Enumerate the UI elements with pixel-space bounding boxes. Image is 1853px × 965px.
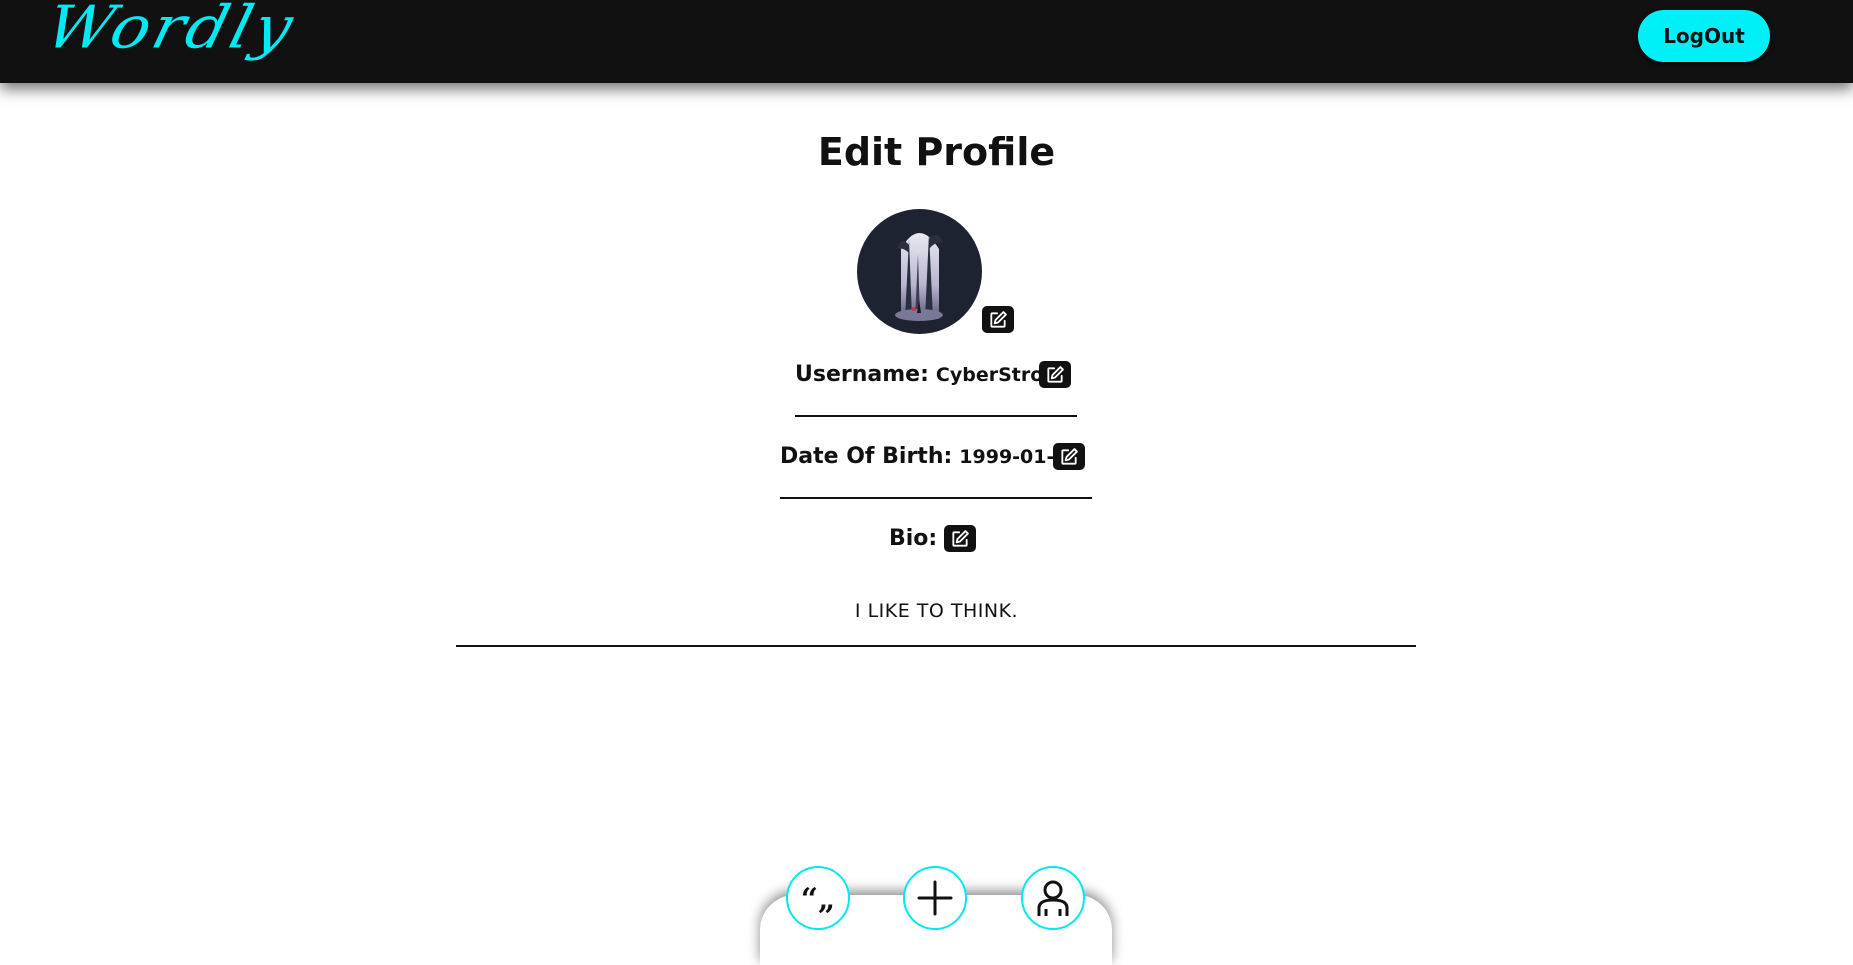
dob-row: Date Of Birth: 1999-01-16 [780,444,1081,469]
wordly-logo[interactable]: Wordly [39,0,302,62]
edit-bio-button[interactable] [944,525,976,552]
top-navbar: Wordly LogOut [0,0,1853,83]
edit-icon [1061,447,1078,465]
logout-button[interactable]: LogOut [1638,10,1770,62]
username-row: Username: CyberStroke [795,362,1068,387]
username-label: Username: [795,362,929,387]
username-divider [795,415,1077,417]
edit-icon [1047,365,1064,383]
plus-icon [917,880,953,916]
user-icon [1037,880,1069,916]
bio-row: Bio: [889,526,937,551]
edit-username-button[interactable] [1039,361,1071,388]
avatar [857,209,982,334]
edit-avatar-button[interactable] [982,306,1014,333]
quote-icon: “„ [801,882,836,917]
edit-icon [990,310,1007,328]
edit-dob-button[interactable] [1053,443,1085,470]
edit-icon [952,529,969,547]
dob-divider [780,497,1092,499]
bio-label: Bio: [889,526,938,551]
avatar-forest-image [895,233,943,321]
dob-label: Date Of Birth: [780,444,953,469]
svg-text:“„: “„ [801,882,836,917]
quotes-nav-button[interactable]: “„ [786,866,850,930]
bio-divider [456,645,1416,647]
bio-text: I LIKE TO THINK. [854,600,1019,622]
page-title: Edit Profile [817,130,1056,174]
profile-nav-button[interactable] [1021,866,1085,930]
add-nav-button[interactable] [903,866,967,930]
